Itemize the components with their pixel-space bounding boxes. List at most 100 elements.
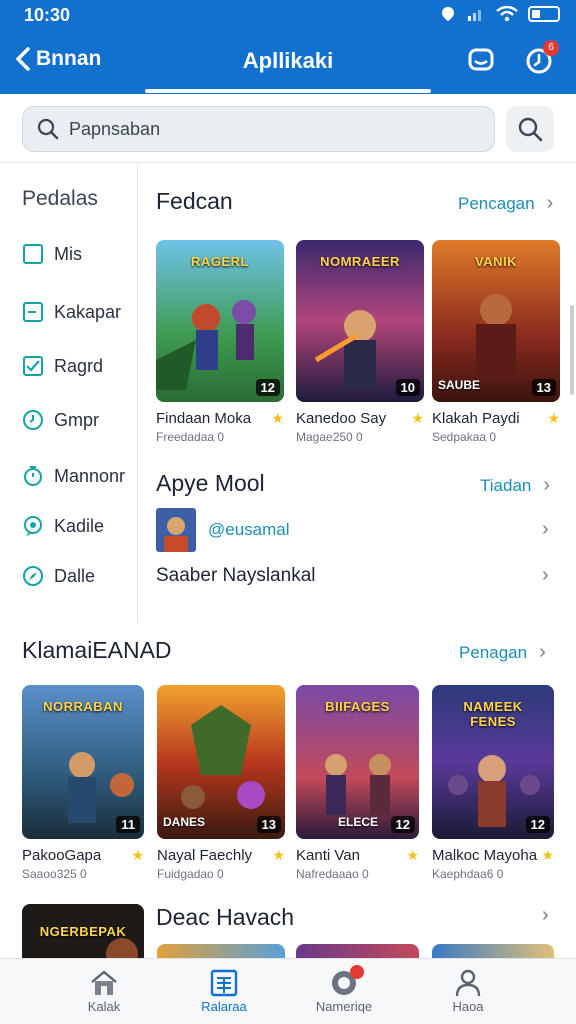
see-more-label: Penagan <box>459 642 528 662</box>
user-avatar <box>156 508 196 552</box>
sidebar-item-label: Kadile <box>54 515 105 536</box>
search-input[interactable]: Papnsaban <box>22 106 495 152</box>
game-card[interactable]: NOMRAEER 10 Kanedoo Say ★ Magae250 0 <box>296 240 424 444</box>
sidebar-item-kadile[interactable]: Kadile <box>22 515 104 537</box>
star-icon: ★ <box>406 847 419 863</box>
notifications-button[interactable]: 6 <box>523 40 559 78</box>
list-item[interactable]: Saaber Nayslankal <box>156 565 315 587</box>
status-time: 10:30 <box>24 5 71 25</box>
sidebar-item-mannonr[interactable]: Mannonr <box>22 465 125 487</box>
sidebar-item-kakapar[interactable]: Kakapar <box>22 301 121 323</box>
game-meta: Saaoo325 0 <box>22 867 87 881</box>
game-rating-badge: 12 <box>255 379 280 396</box>
game-rating-badge: 12 <box>525 816 550 833</box>
section-title-apye: Apye Mool <box>156 470 265 496</box>
list-item-label: Saaber Nayslankal <box>156 565 316 586</box>
game-card[interactable]: NAMEEK FENES 12 Malkoc Mayoha ★ Kaephdaa6… <box>432 685 554 881</box>
chevron-right-icon[interactable]: › <box>542 564 549 587</box>
game-thumbnail: NGERBEPAK <box>22 904 144 964</box>
square-outline-icon <box>23 244 43 264</box>
game-thumbnail: NORRABAN 11 <box>22 685 144 839</box>
game-card[interactable]: VANIK SAUBE 13 Klakah Paydi ★ Sedpakaa 0 <box>432 240 560 444</box>
game-rating-badge: 11 <box>116 816 140 833</box>
chevron-right-icon: › <box>539 641 546 663</box>
nav-tab-label: Ralaraa <box>201 999 247 1014</box>
list-item[interactable]: @eusamal <box>156 508 290 552</box>
search-button[interactable] <box>506 106 554 152</box>
game-thumbnail: NAMEEK FENES 12 <box>432 685 554 839</box>
game-name: Kanedoo Say <box>296 410 387 427</box>
game-card[interactable]: NGERBEPAK <box>22 904 144 964</box>
sidebar-item-mis[interactable]: Mis <box>22 243 82 265</box>
game-rating-badge: 13 <box>531 379 556 396</box>
game-art-subtitle: DANES <box>163 815 206 829</box>
sidebar-item-label: Ragrd <box>54 355 104 376</box>
chevron-right-icon[interactable]: › <box>542 518 549 541</box>
game-name: Malkoc Mayoha <box>432 847 538 864</box>
nav-badge <box>350 965 364 979</box>
sidebar-item-label: Mannonr <box>54 465 126 486</box>
section-title-2: KlamaiEANAD <box>22 637 172 663</box>
list-icon <box>210 969 238 997</box>
search-icon <box>37 118 59 140</box>
game-art-title: BIIFAGES <box>325 699 390 714</box>
scrollbar[interactable] <box>570 305 574 395</box>
game-art-subtitle: ELECE <box>338 815 379 829</box>
search-placeholder: Papnsaban <box>69 118 161 139</box>
status-icons <box>440 6 560 22</box>
game-card[interactable]: NORRABAN 11 PakooGapa ★ Saaoo325 0 <box>22 685 144 881</box>
checkbox-icon <box>23 356 43 376</box>
game-card[interactable]: BIIFAGES ELECE 12 Kanti Van ★ Nafredaaao … <box>296 685 419 881</box>
sidebar: Pedalas Mis Kakapar Ragrd Gmpr Mannonr K… <box>0 163 138 623</box>
signal-icon <box>468 10 481 21</box>
star-icon: ★ <box>541 847 554 863</box>
game-name: Findaan Moka <box>156 410 252 427</box>
chevron-right-icon: › <box>546 192 554 214</box>
see-more-link-apye[interactable]: Tiadan › <box>480 474 550 497</box>
nav-tab-label: Kalak <box>87 999 121 1014</box>
see-more-link-2[interactable]: Penagan › <box>459 641 546 664</box>
sidebar-title: Pedalas <box>22 187 98 210</box>
star-icon: ★ <box>411 410 424 426</box>
star-icon: ★ <box>272 847 285 863</box>
chevron-right-icon[interactable]: › <box>542 904 549 927</box>
game-meta: Fuidgadao 0 <box>157 867 224 881</box>
nav-tab-notifications[interactable]: Nameriqe <box>284 965 404 1014</box>
nav-tab-label: Nameriqe <box>315 999 373 1014</box>
messages-button[interactable] <box>465 44 499 78</box>
game-card[interactable]: RAGERL 12 Findaan Moka ★ Freedadaa 0 <box>156 240 284 444</box>
game-thumbnail: RAGERL 12 <box>156 240 284 402</box>
game-art-title: NOMRAEER <box>320 254 400 269</box>
sidebar-item-dalle[interactable]: Dalle <box>22 565 95 587</box>
game-name: PakooGapa <box>22 847 102 864</box>
game-meta: Freedadaa 0 <box>156 430 225 444</box>
nav-tab-profile[interactable]: Haoa <box>408 967 528 1014</box>
sidebar-item-label: Gmpr <box>54 409 99 430</box>
game-thumbnail: NOMRAEER 10 <box>296 240 424 402</box>
sidebar-item-label: Mis <box>54 243 82 264</box>
nav-tab-label: Haoa <box>452 999 484 1014</box>
game-rating-badge: 13 <box>256 816 281 833</box>
list-item-label: @eusamal <box>208 520 290 539</box>
home-icon <box>91 970 117 995</box>
nav-tab-home[interactable]: Kalak <box>44 967 164 1014</box>
compass-icon <box>23 566 43 586</box>
search-icon <box>518 117 543 142</box>
nav-tab-library[interactable]: Ralaraa <box>164 967 284 1014</box>
section-title-featured: Fedcan <box>156 188 233 214</box>
sidebar-item-ragrd[interactable]: Ragrd <box>22 355 103 377</box>
see-more-label: Pencagan <box>458 193 535 213</box>
game-name: Nayal Faechly <box>157 847 253 864</box>
see-more-link-featured[interactable]: Pencagan › <box>458 192 553 215</box>
star-icon: ★ <box>131 847 144 863</box>
user-icon <box>455 969 481 997</box>
clock-icon <box>23 410 43 430</box>
game-thumbnail: VANIK SAUBE 13 <box>432 240 560 402</box>
section-title-3: Deac Havach <box>156 904 295 930</box>
star-icon: ★ <box>547 410 560 426</box>
sidebar-item-gmpr[interactable]: Gmpr <box>22 409 99 431</box>
chat-bubble-icon <box>24 516 42 536</box>
notification-badge: 6 <box>543 40 559 56</box>
battery-icon <box>528 6 560 22</box>
game-card[interactable]: DANES 13 Nayal Faechly ★ Fuidgadao 0 <box>157 685 285 881</box>
